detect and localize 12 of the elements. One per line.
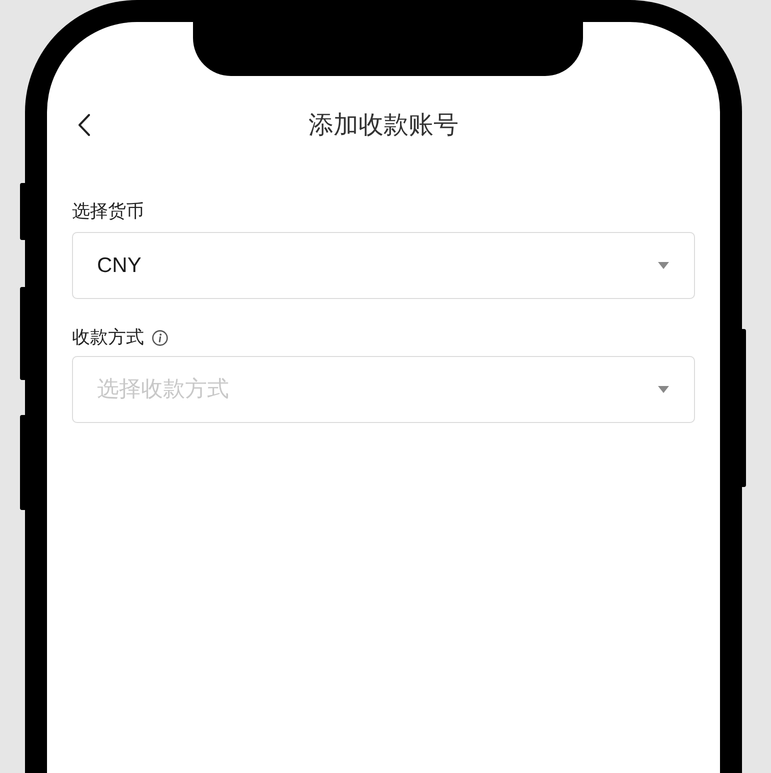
field-label: 收款方式 [72,327,144,349]
side-button[interactable] [20,183,25,240]
side-button[interactable] [20,287,25,380]
side-button[interactable] [742,329,746,487]
info-icon[interactable] [152,330,168,346]
back-icon[interactable] [78,114,90,136]
side-button[interactable] [20,415,25,510]
field-label: 选择货币 [72,201,144,223]
caret-icon [658,262,669,269]
page-title: 添加收款账号 [308,110,458,140]
select-field[interactable]: CNY [72,232,695,299]
caret-icon [658,386,669,393]
